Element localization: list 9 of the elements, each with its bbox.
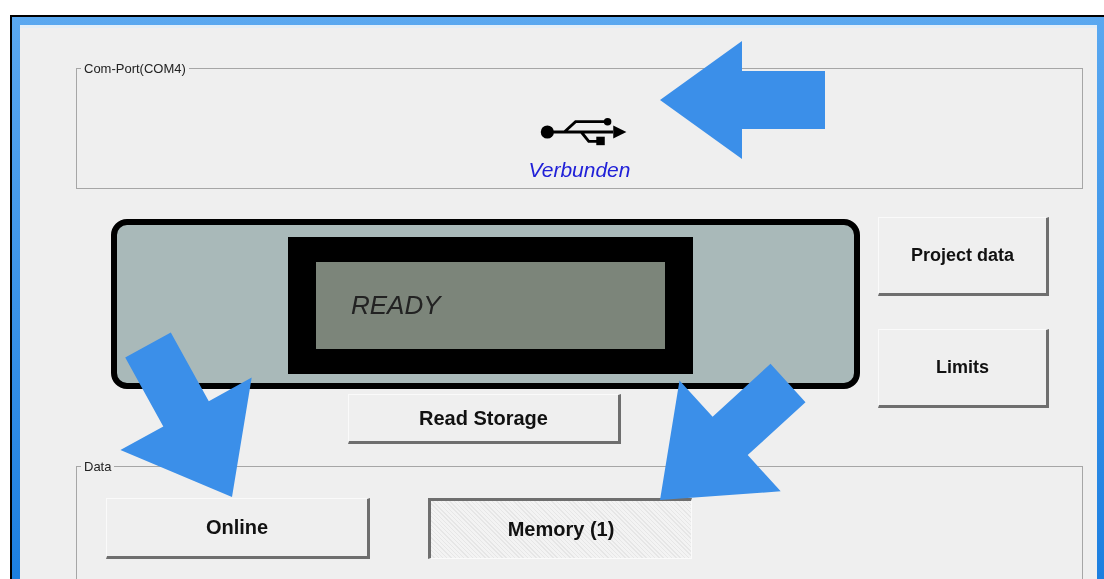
side-button[interactable]: Limits (878, 329, 1049, 408)
mode-button[interactable]: Online (106, 498, 370, 559)
group-title: Data (83, 459, 113, 474)
display-text: READY (351, 290, 441, 321)
mode-button[interactable]: Memory (1) (428, 498, 692, 559)
read-storage-button[interactable]: Read Storage (348, 394, 621, 444)
group-title: Com-Port(COM4) (83, 61, 187, 76)
connection-status: Verbunden (528, 158, 631, 182)
side-button[interactable]: Project data (878, 217, 1049, 296)
